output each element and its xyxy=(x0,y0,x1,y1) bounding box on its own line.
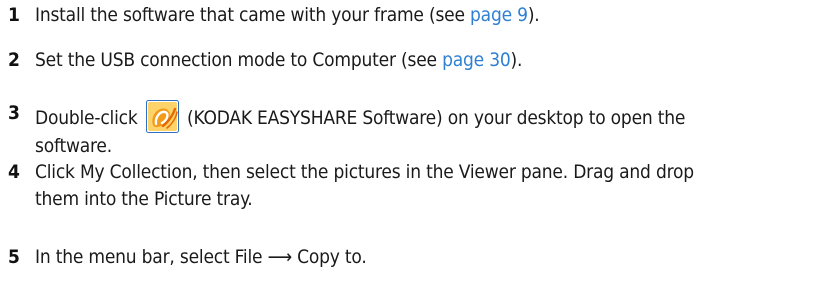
step-text-line1: Click My Collection, then select the pic… xyxy=(35,161,694,183)
step-text-start: In the menu bar, select File xyxy=(35,246,268,268)
step-text-line2: them into the Picture tray. xyxy=(35,188,253,210)
step-number: 2 xyxy=(8,49,20,71)
step-number: 4 xyxy=(8,161,20,183)
step-text: Install the software that came with your… xyxy=(35,2,540,29)
step-number: 3 xyxy=(8,102,20,124)
step-text: In the menu bar, select File ⟶ Copy to. xyxy=(35,244,367,271)
step-text-line2: software. xyxy=(35,135,112,157)
step-text-end: ). xyxy=(527,4,540,26)
kodak-easyshare-icon xyxy=(145,100,179,133)
step-text-end: Copy to. xyxy=(291,246,367,268)
step-text: Set the USB connection mode to Computer … xyxy=(35,47,522,74)
step-number: 1 xyxy=(8,4,20,26)
step-text: Double-click (KODAK EASYSHARE Software) … xyxy=(35,100,685,160)
page-link[interactable]: page 9 xyxy=(470,4,528,26)
step-number: 5 xyxy=(8,246,20,268)
step-text-end: (KODAK EASYSHARE Software) on your deskt… xyxy=(181,107,686,129)
page-link[interactable]: page 30 xyxy=(442,49,511,71)
step-text-start: Double-click xyxy=(35,107,143,129)
step-text: Click My Collection, then select the pic… xyxy=(35,159,694,213)
step-text-start: Set the USB connection mode to Computer … xyxy=(35,49,443,71)
step-list: 1 Install the software that came with yo… xyxy=(0,0,819,287)
step-text-start: Install the software that came with your… xyxy=(35,4,471,26)
arrow-icon: ⟶ xyxy=(267,246,293,268)
step-text-end: ). xyxy=(510,49,523,71)
